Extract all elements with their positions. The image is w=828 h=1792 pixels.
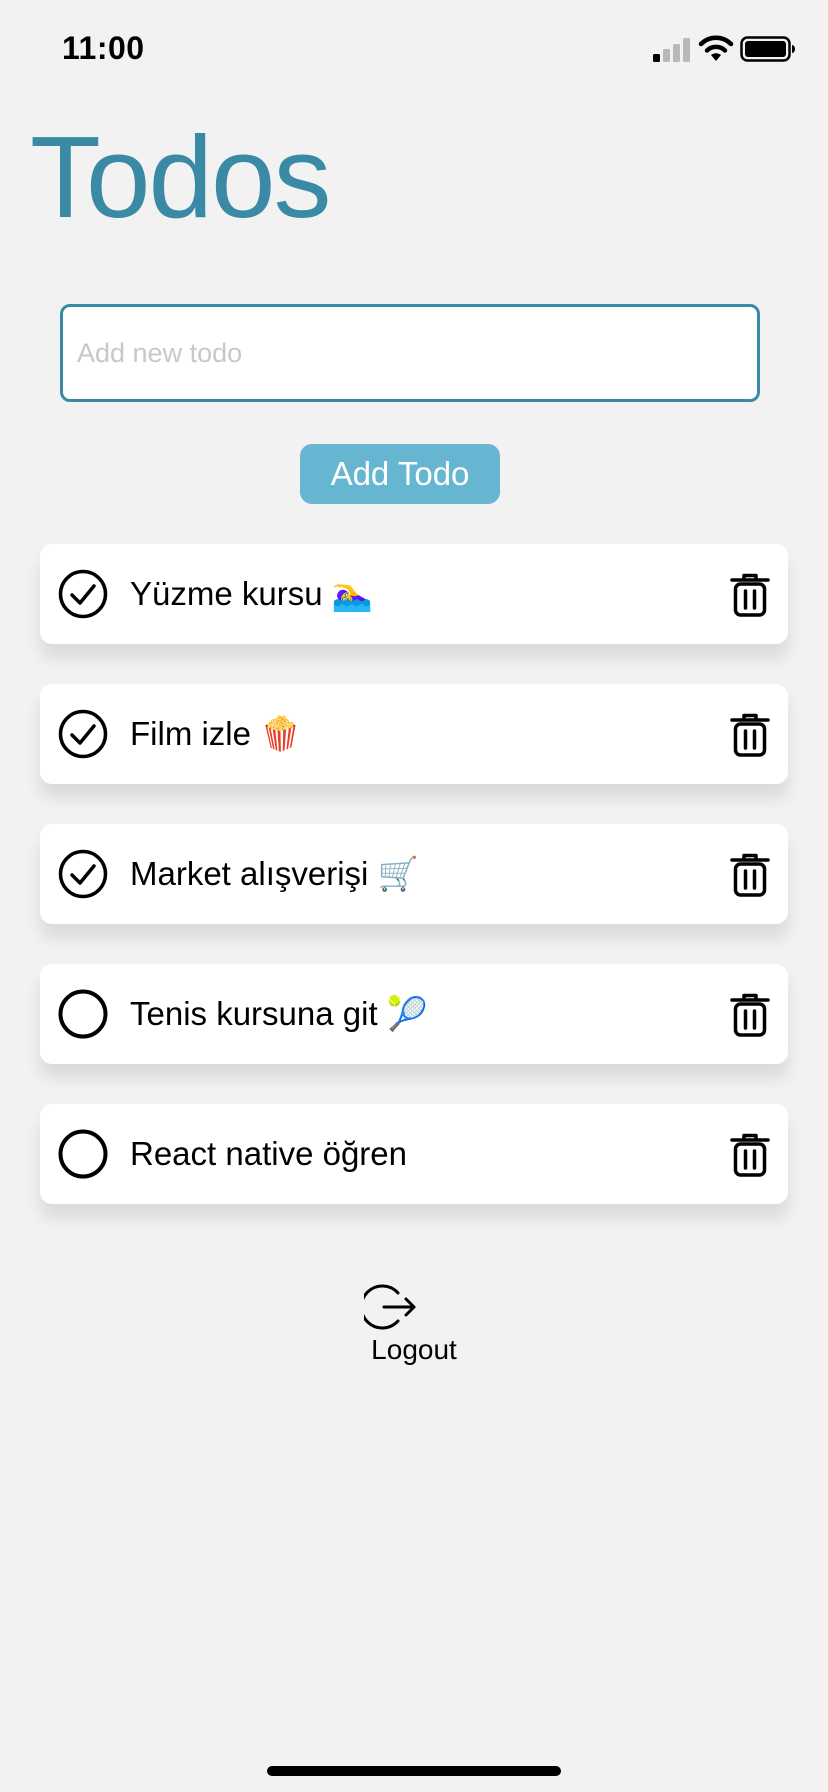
trash-icon[interactable] (730, 1133, 770, 1177)
todo-item: Yüzme kursu 🏊‍♀️ (40, 544, 788, 644)
todo-label: Tenis kursuna git 🎾 (130, 995, 428, 1032)
add-todo-button[interactable]: Add Todo (300, 444, 500, 504)
todo-list: Yüzme kursu 🏊‍♀️ Film izle 🍿 Market al (40, 544, 788, 1244)
todo-item: Film izle 🍿 (40, 684, 788, 784)
check-circle-icon[interactable] (58, 849, 108, 899)
status-time: 11:00 (62, 30, 145, 66)
todo-item: Tenis kursuna git 🎾 (40, 964, 788, 1064)
check-circle-icon[interactable] (58, 709, 108, 759)
logout-label: Logout (371, 1334, 457, 1365)
status-bar: 11:00 (0, 0, 828, 100)
logout-button[interactable]: Logout (354, 1282, 474, 1366)
wifi-icon (698, 35, 734, 61)
todo-item: Market alışverişi 🛒 (40, 824, 788, 924)
cellular-signal-icon (653, 38, 690, 62)
logout-icon (364, 1284, 416, 1330)
todo-item: React native öğren (40, 1104, 788, 1204)
todo-label: Yüzme kursu 🏊‍♀️ (130, 575, 373, 612)
home-indicator[interactable] (267, 1766, 561, 1776)
trash-icon[interactable] (730, 713, 770, 757)
circle-icon[interactable] (58, 989, 108, 1039)
page-title: Todos (30, 112, 332, 242)
trash-icon[interactable] (730, 853, 770, 897)
trash-icon[interactable] (730, 573, 770, 617)
new-todo-input[interactable] (60, 304, 760, 402)
todo-label: Film izle 🍿 (130, 715, 302, 752)
check-circle-icon[interactable] (58, 569, 108, 619)
todo-label: React native öğren (130, 1135, 408, 1172)
battery-icon (740, 36, 795, 62)
trash-icon[interactable] (730, 993, 770, 1037)
circle-icon[interactable] (58, 1129, 108, 1179)
todo-label: Market alışverişi 🛒 (130, 855, 419, 892)
